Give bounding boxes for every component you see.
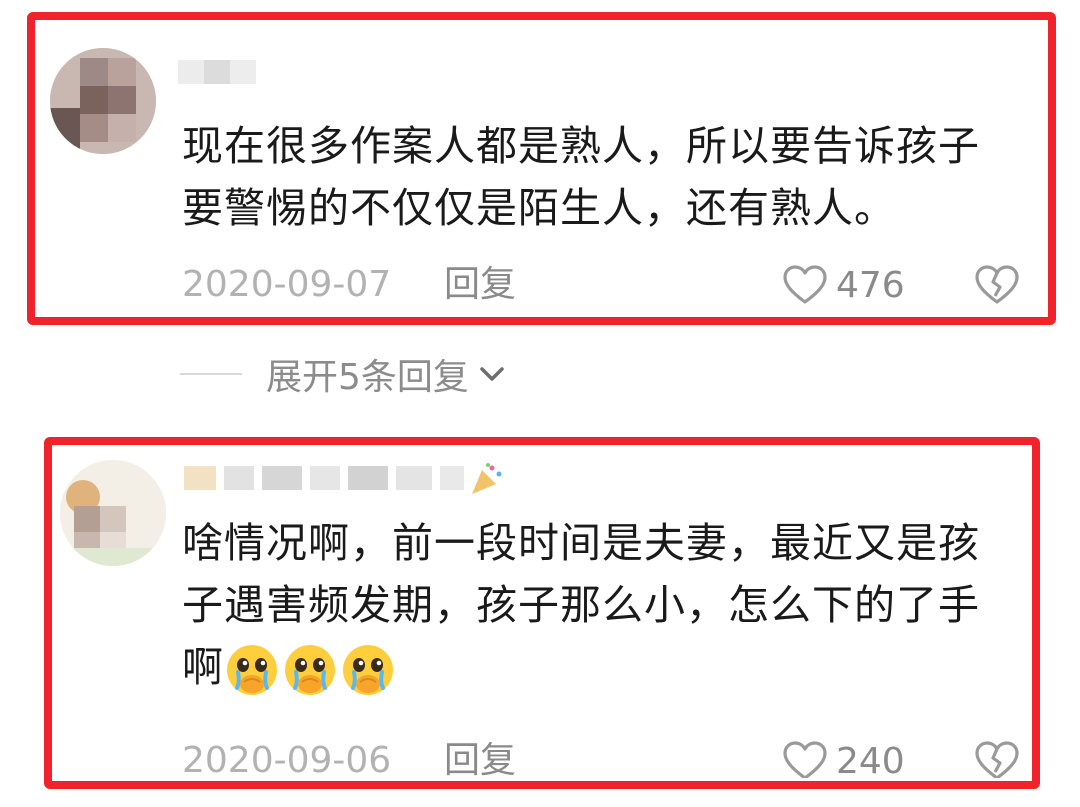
pleading-face-emoji (224, 643, 398, 695)
comment-text: 现在很多作案人都是熟人，所以要告诉孩子要警惕的不仅仅是陌生人，还有熟人。 (182, 122, 980, 232)
like-button[interactable]: 476 (782, 262, 905, 308)
like-button[interactable]: 240 (782, 738, 905, 778)
comment-text: 啥情况啊，前一段时间是夫妻，最近又是孩子遇害频发期，孩子那么小，怎么下的了手啊 (182, 512, 1002, 698)
chevron-down-icon (480, 367, 504, 381)
comment-date: 2020-09-07 (182, 264, 392, 305)
like-count: 476 (836, 264, 905, 306)
expand-replies-label: 展开5条回复 (266, 357, 469, 398)
comment-item-1: 现在很多作案人都是熟人，所以要告诉孩子要警惕的不仅仅是陌生人，还有熟人。 202… (0, 0, 1080, 330)
pleading-face-icon (227, 645, 277, 695)
username-blurred[interactable] (184, 460, 504, 496)
comment-item-2: 啥情况啊，前一段时间是夫妻，最近又是孩子遇害频发期，孩子那么小，怎么下的了手啊 … (0, 432, 1080, 807)
avatar[interactable] (50, 48, 156, 154)
pleading-face-icon (285, 645, 335, 695)
comment-meta: 2020-09-06 回复 240 (182, 738, 1080, 778)
reply-button[interactable]: 回复 (444, 262, 516, 308)
reply-button[interactable]: 回复 (444, 738, 516, 778)
party-popper-icon (472, 463, 502, 494)
username-blurred[interactable] (178, 54, 258, 90)
like-count: 240 (836, 740, 905, 779)
expand-replies-button[interactable]: 展开5条回复 (180, 350, 505, 398)
comment-meta: 2020-09-07 回复 476 (182, 262, 1080, 308)
heart-outline-icon (783, 265, 827, 304)
avatar[interactable] (60, 460, 166, 566)
heart-outline-icon (783, 741, 827, 778)
divider-line (180, 373, 242, 375)
comment-date: 2020-09-06 (182, 740, 392, 778)
broken-heart-icon[interactable] (974, 740, 1020, 778)
broken-heart-icon[interactable] (974, 264, 1020, 306)
pleading-face-icon (343, 645, 393, 695)
